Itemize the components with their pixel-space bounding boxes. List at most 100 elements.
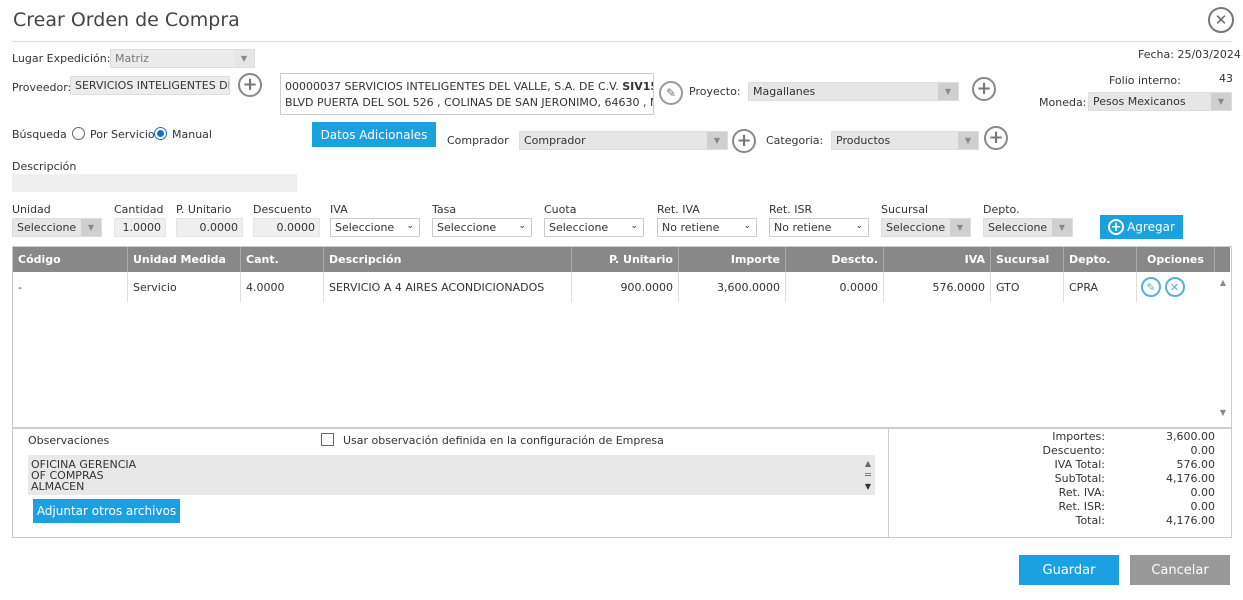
total-row: Importes: 3,600.00 [995,430,1215,444]
manual-label: Manual [172,128,212,141]
close-icon[interactable]: ✕ [1208,7,1234,33]
total-label: Importes: [1052,430,1105,443]
tasa-value: Seleccione [437,221,497,234]
cell-cant: 4.0000 [241,272,324,302]
chevron-down-icon: ⌄ [855,221,863,231]
dropdown-arrow-icon: ▼ [1052,219,1072,236]
radio-dot-icon [157,130,164,137]
retisr-value: No retiene [774,221,832,234]
proyecto-select[interactable]: Magallanes ▼ [748,82,959,101]
edit-pencil-icon[interactable]: ✎ [1141,277,1161,297]
col-importe[interactable]: Importe [679,247,786,272]
add-comprador-icon[interactable]: + [732,129,756,153]
usar-observacion-checkbox[interactable] [321,433,334,446]
obs-line: OF COMPRAS [31,469,104,482]
descuento-label: Descuento [253,203,312,216]
retiva-select[interactable]: No retiene ⌄ [657,218,757,237]
table-scrollbar[interactable]: ▲ ▼ [1215,272,1231,427]
moneda-label: Moneda: [1039,96,1087,109]
add-proveedor-icon[interactable]: + [238,73,262,97]
col-codigo[interactable]: Código [13,247,128,272]
manual-radio[interactable] [154,127,167,140]
col-sucursal[interactable]: Sucursal [991,247,1064,272]
fecha-text: Fecha: 25/03/2024 [1138,48,1241,61]
observaciones-textarea[interactable]: OFICINA GERENCIA OF COMPRAS ALMACEN ▲ ═ … [28,455,875,495]
total-value: 4,176.00 [1166,514,1215,527]
tasa-label: Tasa [432,203,457,216]
moneda-value: Pesos Mexicanos [1093,95,1186,108]
cancelar-button[interactable]: Cancelar [1130,555,1230,585]
total-row: Ret. IVA: 0.00 [995,486,1215,500]
por-servicio-radio[interactable] [72,127,85,140]
descripcion-label: Descripción [12,160,77,173]
cell-descripcion: SERVICIO A 4 AIRES ACONDICIONADOS [324,272,572,302]
lugar-expedicion-select: Matriz ▼ [110,49,255,68]
iva-select[interactable]: Seleccione ⌄ [330,218,420,237]
cell-unidad: Servicio [128,272,241,302]
chevron-down-icon: ⌄ [518,221,526,231]
cell-iva: 576.0000 [884,272,991,302]
col-descripcion[interactable]: Descripción [324,247,572,272]
guardar-button[interactable]: Guardar [1019,555,1119,585]
depto-select[interactable]: Seleccione ▼ [983,218,1073,237]
unidad-select[interactable]: Seleccione ▼ [12,218,102,237]
total-row: SubTotal: 4,176.00 [995,472,1215,486]
retiva-value: No retiene [662,221,720,234]
col-unidad-medida[interactable]: Unidad Medida [128,247,241,272]
add-proyecto-icon[interactable]: + [972,77,996,101]
cell-sucursal: GTO [991,272,1064,302]
cuota-label: Cuota [544,203,577,216]
total-row: Total: 4,176.00 [995,514,1215,528]
scroll-down-icon[interactable]: ▼ [1215,408,1231,417]
sucursal-select[interactable]: Seleccione ▼ [881,218,971,237]
punitario-input[interactable]: 0.0000 [176,218,243,237]
cuota-select[interactable]: Seleccione ⌄ [544,218,644,237]
proveedor-input[interactable]: SERVICIOS INTELIGENTES DEL [70,76,230,95]
usar-observacion-label: Usar observación definida en la configur… [343,434,664,447]
cantidad-input[interactable]: 1.0000 [114,218,166,237]
categoria-select[interactable]: Productos ▼ [831,131,979,150]
proveedor-detail-address: BLVD PUERTA DEL SOL 526 , COLINAS DE SAN… [285,96,654,109]
col-punitario[interactable]: P. Unitario [572,247,679,272]
sucursal-label: Sucursal [881,203,929,216]
agregar-button[interactable]: + Agregar [1100,215,1183,239]
proyecto-value: Magallanes [753,85,816,98]
table-row[interactable]: - Servicio 4.0000 SERVICIO A 4 AIRES ACO… [13,272,1215,302]
scroll-up-icon[interactable]: ▲ [865,458,871,469]
tasa-select[interactable]: Seleccione ⌄ [432,218,532,237]
unidad-value: Seleccione [17,221,77,234]
adjuntar-archivos-button[interactable]: Adjuntar otros archivos [33,499,180,523]
total-label: Ret. IVA: [1058,486,1105,499]
total-value: 4,176.00 [1166,472,1215,485]
delete-x-icon[interactable]: ✕ [1164,277,1185,297]
comprador-select[interactable]: Comprador ▼ [519,131,728,150]
sucursal-value: Seleccione [886,221,946,234]
proveedor-detail: 00000037 SERVICIOS INTELIGENTES DEL VALL… [280,73,654,115]
edit-proveedor-icon[interactable]: ✎ [659,81,683,105]
proyecto-label: Proyecto: [689,85,741,98]
add-categoria-icon[interactable]: + [984,126,1008,150]
footer-divider [888,428,889,538]
comprador-label: Comprador [447,134,509,147]
dropdown-arrow-icon: ▼ [950,219,970,236]
col-iva[interactable]: IVA [884,247,991,272]
obs-line: ALMACEN [31,480,85,493]
col-cant[interactable]: Cant. [241,247,324,272]
descripcion-input[interactable] [12,174,297,192]
table-header: Código Unidad Medida Cant. Descripción P… [13,247,1230,272]
descuento-input[interactable]: 0.0000 [253,218,320,237]
total-label: Total: [1075,514,1105,527]
scroll-up-icon[interactable]: ▲ [1215,278,1231,287]
total-value: 0.00 [1190,444,1216,457]
col-depto[interactable]: Depto. [1064,247,1137,272]
dropdown-arrow-icon: ▼ [938,83,958,100]
col-descto[interactable]: Descto. [786,247,884,272]
datos-adicionales-button[interactable]: Datos Adicionales [312,122,436,147]
moneda-select[interactable]: Pesos Mexicanos ▼ [1088,92,1232,111]
folio-label: Folio interno: [1109,74,1181,87]
scroll-down-icon[interactable]: ▼ [865,481,871,492]
col-opciones: Opciones [1137,247,1215,272]
comprador-value: Comprador [524,134,586,147]
total-value: 576.00 [1176,458,1216,471]
retisr-select[interactable]: No retiene ⌄ [769,218,869,237]
